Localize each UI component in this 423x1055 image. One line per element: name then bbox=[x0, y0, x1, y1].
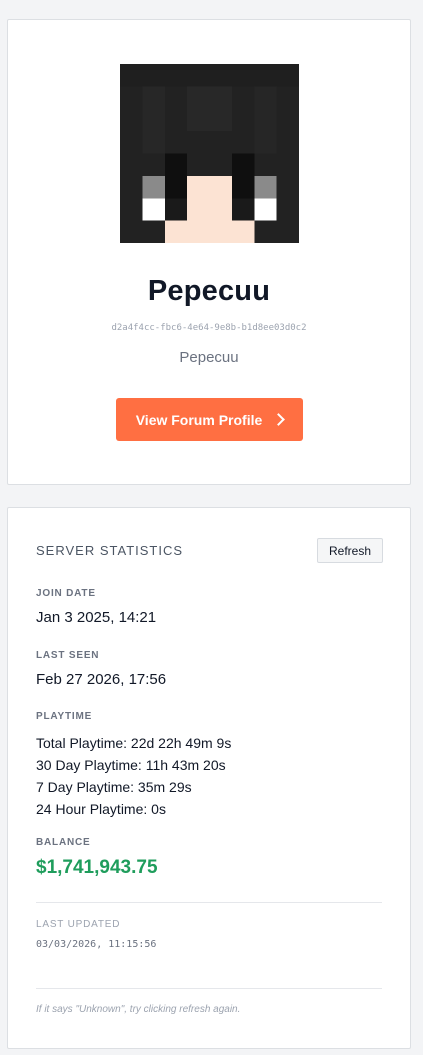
last-seen-value: Feb 27 2026, 17:56 bbox=[36, 671, 167, 688]
last-updated-label: LAST UPDATED bbox=[36, 919, 121, 930]
section-title: SERVER STATISTICS bbox=[36, 543, 184, 558]
player-display-name: Pepecuu bbox=[179, 349, 239, 366]
divider bbox=[36, 988, 382, 989]
player-uuid: d2a4f4cc-fbc6-4e64-9e8b-b1d8ee03d0c2 bbox=[111, 323, 307, 333]
player-username: Pepecuu bbox=[147, 275, 271, 307]
join-date-label: JOIN DATE bbox=[36, 588, 96, 599]
refresh-button[interactable]: Refresh bbox=[317, 538, 383, 563]
balance-label: BALANCE bbox=[36, 837, 91, 848]
last-seen-label: LAST SEEN bbox=[36, 650, 100, 661]
last-updated-value: 03/03/2026, 11:15:56 bbox=[36, 939, 157, 950]
chevron-right-icon bbox=[272, 413, 286, 426]
divider bbox=[36, 902, 382, 903]
balance-value: $1,741,943.75 bbox=[36, 857, 158, 878]
playtime-30-day: 30 Day Playtime: 11h 43m 20s bbox=[36, 757, 226, 773]
join-date-value: Jan 3 2025, 14:21 bbox=[36, 609, 157, 626]
forum-button-label: View Forum Profile bbox=[135, 411, 263, 428]
playtime-24-hour: 24 Hour Playtime: 0s bbox=[36, 801, 166, 817]
profile-card: Pepecuu d2a4f4cc-fbc6-4e64-9e8b-b1d8ee03… bbox=[7, 19, 411, 485]
playtime-total: Total Playtime: 22d 22h 49m 9s bbox=[36, 735, 232, 751]
view-forum-profile-button[interactable]: View Forum Profile bbox=[116, 398, 303, 441]
playtime-label: PLAYTIME bbox=[36, 711, 93, 722]
refresh-hint: If it says "Unknown", try clicking refre… bbox=[36, 1004, 241, 1015]
player-avatar bbox=[120, 64, 299, 243]
playtime-list: Total Playtime: 22d 22h 49m 9s 30 Day Pl… bbox=[36, 732, 231, 820]
server-statistics-card: SERVER STATISTICS Refresh JOIN DATE Jan … bbox=[7, 507, 411, 1049]
playtime-7-day: 7 Day Playtime: 35m 29s bbox=[36, 779, 192, 795]
